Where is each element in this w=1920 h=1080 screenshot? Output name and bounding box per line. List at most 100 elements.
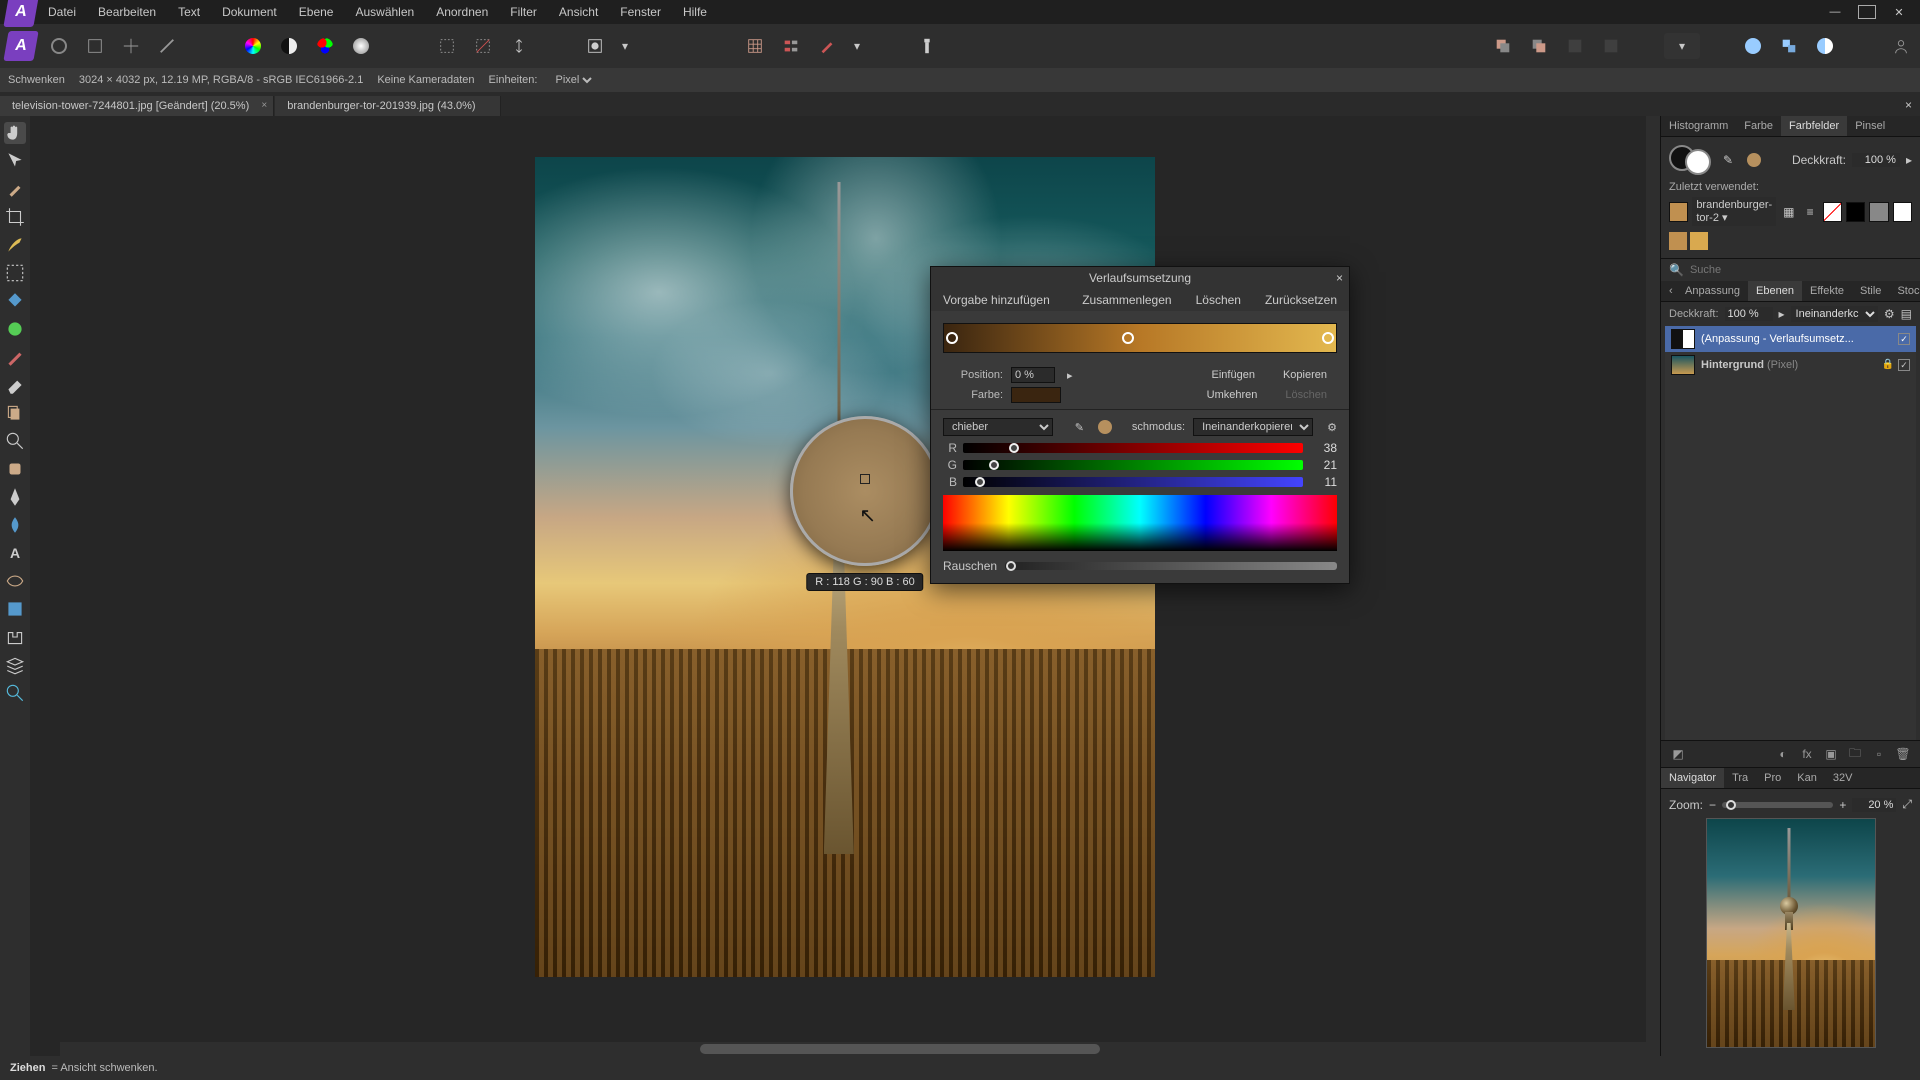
tab-pinsel[interactable]: Pinsel: [1847, 116, 1893, 136]
menu-text[interactable]: Text: [168, 2, 210, 22]
gradient-stop-2[interactable]: [1122, 332, 1134, 344]
shape-tool-icon[interactable]: [4, 598, 26, 620]
gradient-stop-1[interactable]: [946, 332, 958, 344]
pen-options-icon[interactable]: [814, 33, 840, 59]
persona-develop-icon[interactable]: [118, 33, 144, 59]
palette-swatch-1[interactable]: [1669, 232, 1687, 250]
color-swatch[interactable]: [1011, 387, 1061, 403]
clone-tool-icon[interactable]: [4, 402, 26, 424]
tab-stile[interactable]: Stile: [1852, 281, 1889, 301]
brush-yellow-tool-icon[interactable]: [4, 234, 26, 256]
document-tab-1[interactable]: television-tower-7244801.jpg [Geändert] …: [0, 96, 274, 116]
eyedropper-mini-icon[interactable]: ✎: [1719, 151, 1737, 169]
insert-stop-button[interactable]: Einfügen: [1202, 369, 1265, 381]
noise-slider[interactable]: [1005, 562, 1337, 570]
tab-farbfelder[interactable]: Farbfelder: [1781, 116, 1847, 136]
arrange-back-icon[interactable]: [1490, 33, 1516, 59]
tab-effekte[interactable]: Effekte: [1802, 281, 1852, 301]
window-close-icon[interactable]: [1890, 5, 1908, 19]
layer-row-adjustment[interactable]: (Anpassung - Verlaufsumsetz... ✓: [1665, 326, 1916, 352]
sync-icon[interactable]: [1776, 33, 1802, 59]
quickmask-icon[interactable]: [582, 33, 608, 59]
selection-diag-icon[interactable]: [470, 33, 496, 59]
color-wheel-icon[interactable]: [240, 33, 266, 59]
reset-button[interactable]: Zurücksetzen: [1253, 289, 1349, 311]
flood-tool-icon[interactable]: [4, 290, 26, 312]
window-minimize-icon[interactable]: —: [1826, 5, 1844, 19]
b-slider[interactable]: [963, 477, 1303, 487]
layer-opacity-stepper-icon[interactable]: ▸: [1779, 307, 1785, 321]
tab-tra[interactable]: Tra: [1724, 768, 1756, 788]
pen-tool-icon[interactable]: [4, 486, 26, 508]
invert-button[interactable]: Umkehren: [1197, 389, 1268, 401]
no-color-swatch[interactable]: [1823, 202, 1842, 222]
picker-mode-select[interactable]: chieber: [943, 418, 1053, 436]
blend-mode-select[interactable]: Ineinanderkopieren: [1193, 418, 1313, 436]
grid-icon[interactable]: [742, 33, 768, 59]
search-input[interactable]: [1690, 264, 1912, 276]
close-tab-icon[interactable]: ×: [261, 100, 267, 111]
menu-ebene[interactable]: Ebene: [289, 2, 344, 22]
menu-datei[interactable]: Datei: [38, 2, 86, 22]
swatch-set-select[interactable]: brandenburger-tor-2 ▾: [1692, 197, 1776, 226]
dialog-close-icon[interactable]: ×: [1336, 271, 1343, 285]
heal-tool-icon[interactable]: [4, 458, 26, 480]
fg-bg-color-icon[interactable]: [1669, 145, 1711, 175]
position-stepper-icon[interactable]: ▸: [1067, 369, 1073, 382]
copy-stop-button[interactable]: Kopieren: [1273, 369, 1337, 381]
move-tool-icon[interactable]: [4, 150, 26, 172]
selection-tool-icon[interactable]: [4, 262, 26, 284]
layer-row-background[interactable]: Hintergrund (Pixel) 🔒 ✓: [1665, 352, 1916, 378]
menu-bearbeiten[interactable]: Bearbeiten: [88, 2, 166, 22]
black-swatch[interactable]: [1846, 202, 1865, 222]
zoom-slider[interactable]: [1722, 802, 1833, 808]
palette-swatch-2[interactable]: [1690, 232, 1708, 250]
delete-button[interactable]: Löschen: [1184, 289, 1253, 311]
tab-kan[interactable]: Kan: [1789, 768, 1825, 788]
delete-layer-icon[interactable]: 🗑: [1894, 745, 1912, 763]
white-swatch[interactable]: [1893, 202, 1912, 222]
horizontal-scrollbar[interactable]: [60, 1042, 1660, 1056]
swatch-grid-icon[interactable]: ▦: [1780, 203, 1797, 221]
vector-tool-icon[interactable]: [4, 626, 26, 648]
menu-anordnen[interactable]: Anordnen: [426, 2, 498, 22]
swatch-opacity-input[interactable]: [1852, 153, 1900, 167]
quickmask-dropdown-icon[interactable]: ▾: [618, 33, 632, 59]
erase-tool-icon[interactable]: [4, 374, 26, 396]
canvas-viewport[interactable]: ↖ R : 118 G : 90 B : 60 Verlaufsumsetzun…: [30, 116, 1660, 1056]
r-slider[interactable]: [963, 443, 1303, 453]
menu-hilfe[interactable]: Hilfe: [673, 2, 717, 22]
gradient-editor[interactable]: [943, 323, 1337, 353]
tab-histogramm[interactable]: Histogramm: [1661, 116, 1736, 136]
recent-swatch-1[interactable]: [1669, 202, 1688, 222]
menu-ansicht[interactable]: Ansicht: [549, 2, 608, 22]
zoom-out-icon[interactable]: −: [1709, 798, 1716, 812]
tab-scroll-left-icon[interactable]: ‹: [1661, 281, 1677, 301]
navigator-thumbnail[interactable]: [1706, 818, 1876, 1048]
layers-tool-icon[interactable]: [4, 654, 26, 676]
group-icon[interactable]: 🗀: [1846, 745, 1864, 763]
tab-pro[interactable]: Pro: [1756, 768, 1789, 788]
rgb-icon[interactable]: [312, 33, 338, 59]
fx-icon[interactable]: fx: [1798, 745, 1816, 763]
list-icon[interactable]: [778, 33, 804, 59]
account-icon[interactable]: [1888, 33, 1914, 59]
grey-swatch[interactable]: [1869, 202, 1888, 222]
info-icon[interactable]: [914, 33, 940, 59]
hand-tool-icon[interactable]: [4, 122, 26, 144]
text-tool-icon[interactable]: A: [4, 542, 26, 564]
globe-icon[interactable]: [1812, 33, 1838, 59]
tab-navigator[interactable]: Navigator: [1661, 768, 1724, 788]
persona-photo-icon[interactable]: [46, 33, 72, 59]
blank-dropdown-icon[interactable]: ▾: [1664, 33, 1700, 59]
gradient-stop-3[interactable]: [1322, 332, 1334, 344]
color-picker-tool-icon[interactable]: [4, 178, 26, 200]
tab-anpassung[interactable]: Anpassung: [1677, 281, 1748, 301]
menu-filter[interactable]: Filter: [500, 2, 547, 22]
tab-stock[interactable]: Stock: [1889, 281, 1920, 301]
fill-icon[interactable]: ▣: [1822, 745, 1840, 763]
fade-icon[interactable]: [348, 33, 374, 59]
dialog-title-bar[interactable]: Verlaufsumsetzung ×: [931, 267, 1349, 289]
persona-liquify-icon[interactable]: [82, 33, 108, 59]
tab-farbe[interactable]: Farbe: [1736, 116, 1781, 136]
